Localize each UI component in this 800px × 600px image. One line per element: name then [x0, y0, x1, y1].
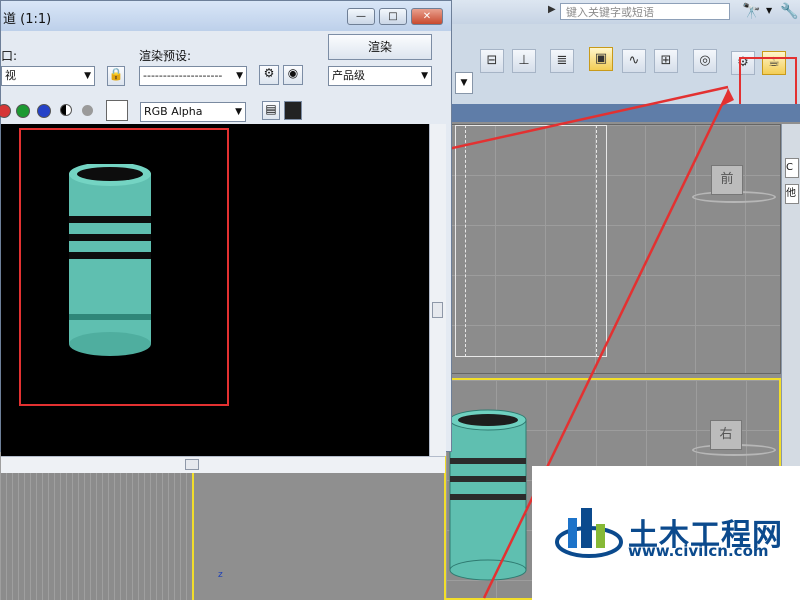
channel-select[interactable]: RGB Alpha ▼	[140, 102, 246, 122]
window-title: 道 (1:1)	[3, 12, 52, 27]
minimize-button[interactable]: —	[347, 8, 375, 25]
viewport-label: 口:	[1, 49, 18, 63]
render-result-highlight	[19, 128, 229, 406]
mono-channel-icon[interactable]	[82, 105, 93, 116]
environment-icon[interactable]: ◉	[283, 65, 303, 85]
green-channel-icon[interactable]	[16, 104, 30, 118]
chevron-down-icon: ▼	[421, 71, 428, 81]
viewport-select-value: 视	[5, 69, 16, 82]
channel-select-value: RGB Alpha	[144, 105, 203, 118]
render-setup-small-icon[interactable]: ⚙	[259, 65, 279, 85]
close-button[interactable]: ✕	[411, 8, 443, 25]
render-quality-select[interactable]: 产品级 ▼	[328, 66, 432, 86]
color-swatch[interactable]	[106, 100, 128, 121]
render-preset-label: 渲染预设:	[139, 49, 192, 63]
render-quality-value: 产品级	[332, 69, 365, 82]
render-preset-value: --------------------	[143, 69, 223, 82]
viewport-select[interactable]: 视 ▼	[1, 66, 95, 86]
window-title-bar[interactable]: 道 (1:1) — □ ✕	[1, 1, 451, 31]
blue-channel-icon[interactable]	[37, 104, 51, 118]
chevron-down-icon: ▼	[236, 71, 243, 81]
vertical-scrollbar[interactable]	[429, 124, 446, 456]
chevron-down-icon: ▼	[84, 71, 91, 81]
logo-url: www.civilcn.com	[628, 542, 769, 560]
logo-icon	[555, 508, 623, 558]
maximize-button[interactable]: □	[379, 8, 407, 25]
display-icon[interactable]: ▤	[262, 101, 280, 120]
alpha-channel-icon[interactable]	[60, 104, 72, 116]
background-toggle-icon[interactable]	[284, 101, 302, 120]
horizontal-scrollbar[interactable]	[1, 456, 445, 473]
render-button[interactable]: 渲染	[328, 34, 432, 60]
chevron-down-icon: ▼	[235, 107, 242, 117]
scrollbar-thumb[interactable]	[432, 302, 443, 318]
scrollbar-thumb[interactable]	[185, 459, 199, 470]
lock-icon[interactable]: 🔒	[107, 66, 125, 86]
render-preset-select[interactable]: -------------------- ▼	[139, 66, 247, 86]
red-channel-icon[interactable]	[0, 104, 11, 118]
